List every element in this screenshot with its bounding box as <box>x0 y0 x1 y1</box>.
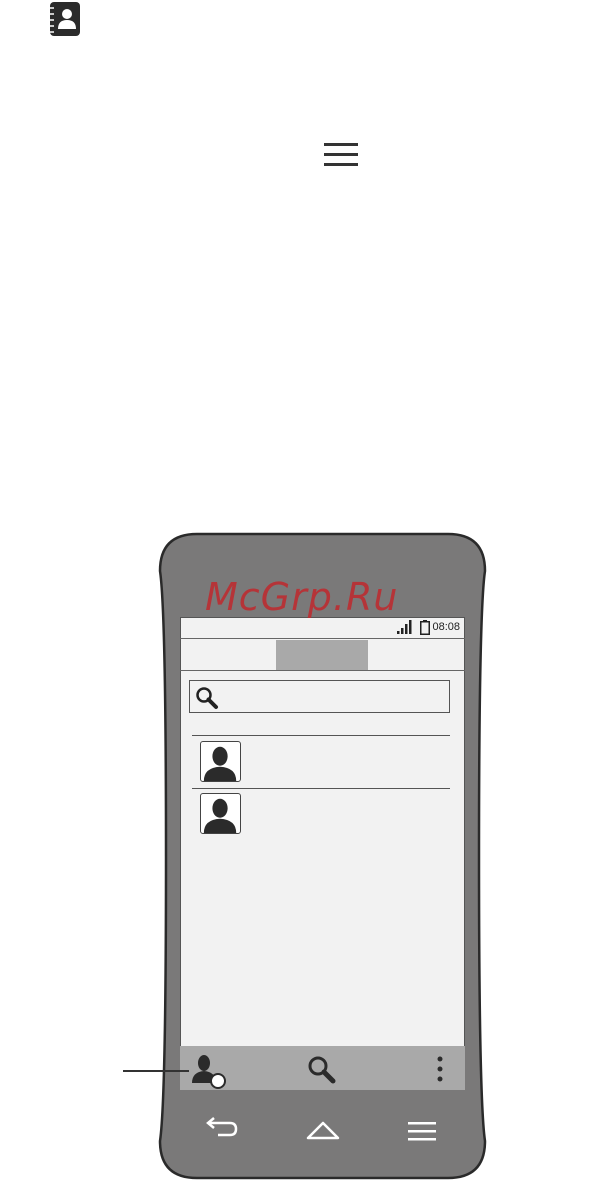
tab-bar <box>180 640 465 671</box>
home-icon[interactable] <box>305 1118 341 1142</box>
status-time: 08:08 <box>432 621 460 633</box>
search-input[interactable] <box>189 680 450 713</box>
signal-icon <box>397 620 412 634</box>
battery-icon <box>420 620 430 635</box>
search-icon <box>196 687 218 709</box>
bottom-action-bar <box>180 1046 465 1090</box>
menu-icon[interactable] <box>406 1120 438 1142</box>
callout-line <box>123 1070 189 1072</box>
contact-avatar[interactable] <box>200 793 241 834</box>
person-avatar-icon <box>203 798 237 833</box>
tab-contacts-active[interactable] <box>276 640 368 670</box>
watermark: McGrp.Ru <box>205 575 399 619</box>
menu-icon <box>324 143 358 166</box>
back-icon[interactable] <box>204 1116 240 1142</box>
list-divider <box>192 788 450 789</box>
contact-add-icon[interactable] <box>189 1051 229 1091</box>
contacts-app-icon <box>50 2 80 36</box>
more-vert-icon[interactable] <box>435 1055 445 1083</box>
contact-avatar[interactable] <box>200 741 241 782</box>
person-avatar-icon <box>203 746 237 781</box>
list-divider <box>192 735 450 736</box>
search-icon[interactable] <box>306 1054 338 1086</box>
